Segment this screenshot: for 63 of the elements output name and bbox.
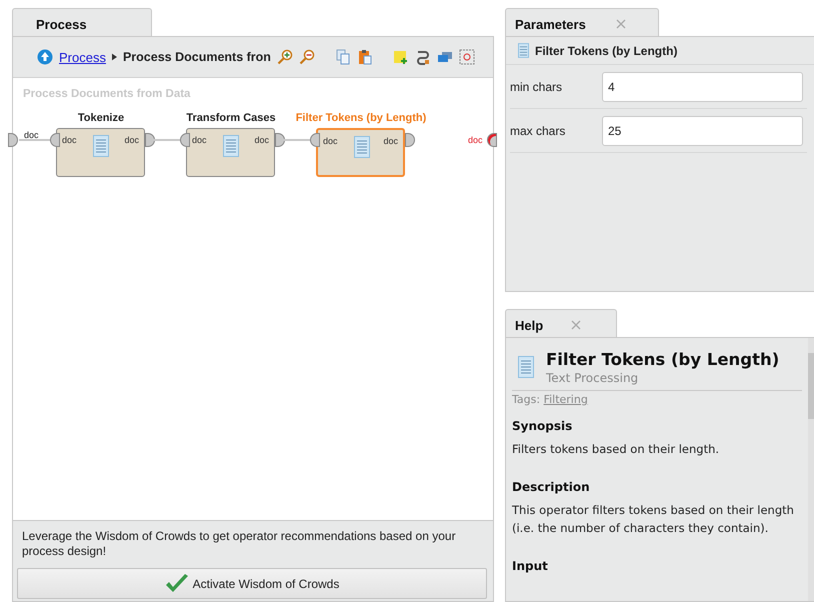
tags-label: Tags:	[512, 393, 540, 406]
section-heading: Description	[512, 480, 591, 494]
fit-icon[interactable]	[458, 49, 475, 65]
chevron-icon	[112, 53, 117, 61]
port-label: doc	[254, 135, 269, 145]
help-subtitle: Text Processing	[546, 371, 640, 385]
zoom-out-icon[interactable]	[298, 49, 315, 65]
section-heading: Synopsis	[512, 419, 574, 433]
recommendation-text: Leverage the Wisdom of Crowds to get operator recommendations based on your process design!	[21, 529, 457, 559]
breadcrumb-current: Process Documents fron	[122, 50, 271, 64]
section-text: Filters tokens based on their length.	[512, 441, 720, 458]
operator-node[interactable]: doc doc	[186, 128, 275, 177]
input-port[interactable]	[310, 133, 320, 147]
operator-name: Filter Tokens (by Length)	[294, 112, 428, 124]
connector-line	[152, 139, 180, 141]
parameter-label: max chars	[510, 124, 566, 138]
input-port[interactable]	[8, 133, 18, 147]
port-label: doc	[323, 136, 338, 146]
breadcrumb-link[interactable]: Process	[59, 50, 106, 64]
input-port[interactable]	[50, 133, 60, 147]
parameters-tab[interactable]: Parameters	[505, 8, 659, 36]
help-title: Filter Tokens (by Length)	[546, 350, 780, 369]
scrollbar[interactable]	[808, 338, 814, 601]
copy-icon[interactable]	[334, 49, 351, 65]
close-icon[interactable]	[616, 19, 626, 29]
help-tab[interactable]: Help	[505, 309, 617, 337]
port-label: doc	[62, 135, 77, 145]
input-port[interactable]	[180, 133, 190, 147]
parameter-label: min chars	[510, 80, 564, 94]
port-label: doc	[192, 135, 207, 145]
port-label: doc	[24, 130, 39, 140]
connector-line	[282, 139, 310, 141]
port-label: doc	[383, 136, 398, 146]
output-port[interactable]	[405, 133, 415, 147]
zoom-in-icon[interactable]	[276, 49, 293, 65]
document-icon	[93, 135, 109, 157]
output-port[interactable]	[487, 133, 497, 147]
connector-line	[19, 139, 53, 141]
operator-node[interactable]: doc doc	[316, 128, 405, 177]
operator-name: Tokenize	[76, 112, 126, 124]
checkmark-icon	[164, 574, 189, 594]
document-icon	[518, 356, 534, 378]
port-label: doc	[124, 135, 139, 145]
activate-button[interactable]: Activate Wisdom of Crowds	[17, 568, 487, 599]
section-heading: Input	[512, 559, 549, 573]
document-icon	[223, 135, 239, 157]
section-text: This operator filters tokens based on their length (i.e. the number of characters they contain).	[512, 502, 795, 537]
parameter-field[interactable]: 4	[602, 72, 803, 102]
operator-node[interactable]: doc doc	[56, 128, 145, 177]
port-label: doc	[468, 135, 483, 145]
plug-icon[interactable]	[414, 49, 431, 65]
document-icon	[518, 43, 529, 58]
layers-icon[interactable]	[436, 49, 453, 65]
process-tab[interactable]: Process	[12, 8, 152, 36]
parameter-field[interactable]: 25	[602, 116, 803, 146]
document-icon	[354, 136, 370, 158]
paste-icon[interactable]	[356, 49, 373, 65]
output-port[interactable]	[275, 133, 285, 147]
note-add-icon[interactable]	[392, 49, 409, 65]
output-port[interactable]	[145, 133, 155, 147]
scroll-thumb[interactable]	[808, 353, 814, 419]
close-icon[interactable]	[571, 320, 582, 330]
operator-title: Filter Tokens (by Length)	[535, 44, 678, 58]
